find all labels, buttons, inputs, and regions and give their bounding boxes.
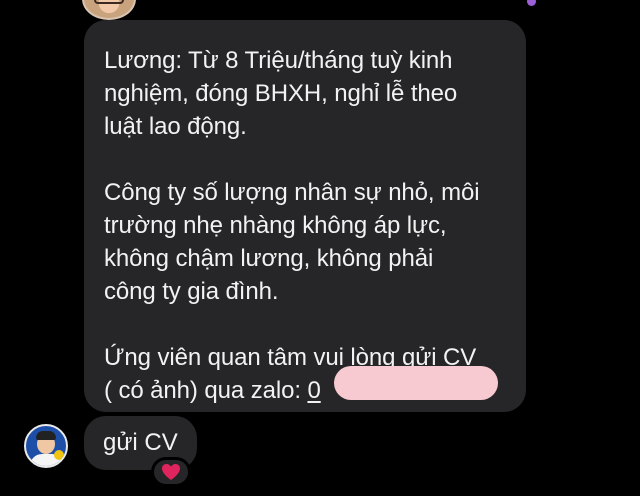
message-line: nghiệm, đóng BHXH, nghỉ lễ theo [104, 80, 458, 107]
status-dot [527, 0, 536, 6]
reaction-badge[interactable] [151, 457, 191, 487]
message-bubble[interactable]: Lương: Từ 8 Triệu/tháng tuỳ kinh nghiệm,… [84, 20, 526, 412]
sender-avatar[interactable] [82, 0, 136, 20]
avatar-badge [54, 450, 64, 460]
message-line: không chậm lương, không phải [104, 245, 434, 272]
red-heart-icon [162, 464, 180, 480]
message-line: luật lao động. [104, 113, 247, 140]
zalo-phone-link[interactable]: 0 [307, 377, 320, 404]
contact-prefix: ( có ảnh) qua zalo: [104, 377, 308, 404]
message-line: Lương: Từ 8 Triệu/tháng tuỳ kinh [104, 47, 453, 74]
message-line: trường nhẹ nhàng không áp lực, [104, 212, 447, 239]
avatar-hair [36, 431, 56, 440]
chat-screen: Lương: Từ 8 Triệu/tháng tuỳ kinh nghiệm,… [0, 0, 640, 496]
message-line: công ty gia đình. [104, 278, 279, 305]
reply-text: gửi CV [103, 429, 178, 456]
redaction-mark [334, 366, 498, 400]
glasses-shape [94, 0, 124, 4]
message-line: Công ty số lượng nhân sự nhỏ, môi [104, 179, 480, 206]
reply-sender-avatar[interactable] [24, 424, 68, 468]
